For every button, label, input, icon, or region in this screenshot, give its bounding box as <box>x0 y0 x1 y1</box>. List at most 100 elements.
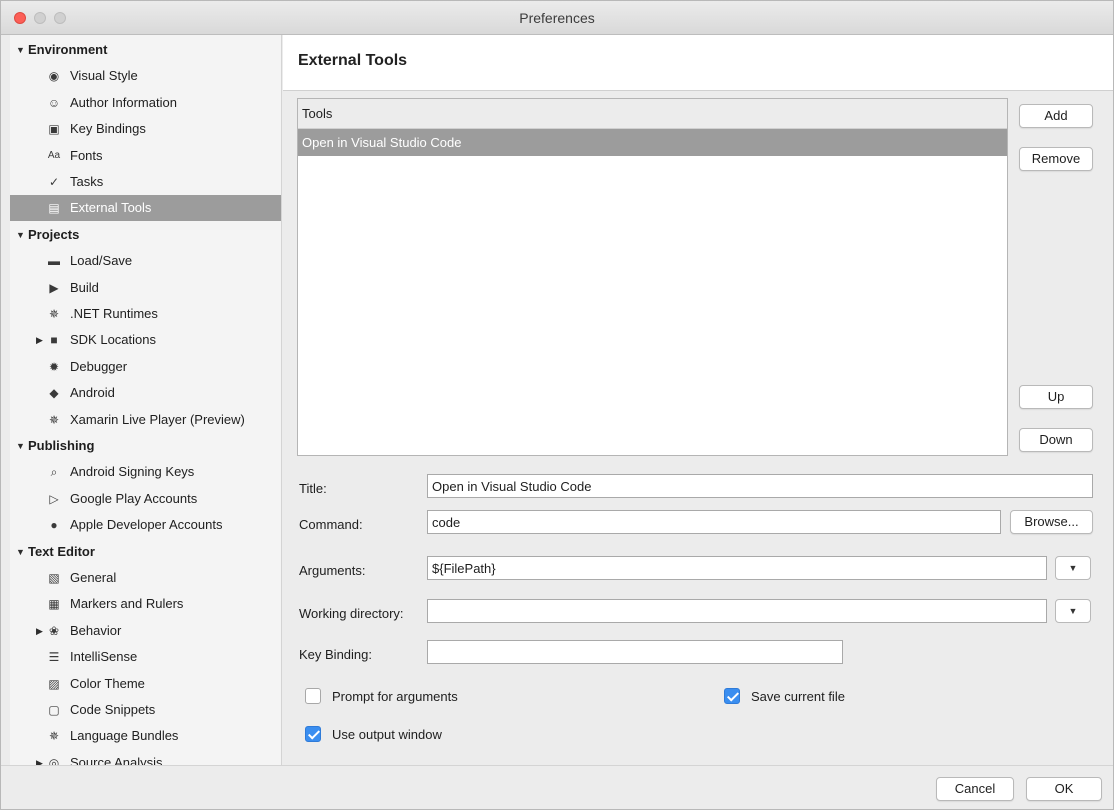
sidebar-item-debugger[interactable]: ✹ Debugger <box>10 354 281 380</box>
sidebar-item-label: .NET Runtimes <box>70 306 158 321</box>
sidebar-item-label: Debugger <box>70 358 128 374</box>
external-tools-panel: External Tools Tools Open in Visual Stud… <box>283 35 1113 765</box>
sidebar-item-android[interactable]: ◆ Android <box>10 380 281 406</box>
sidebar-item-intellisense[interactable]: ☰ IntelliSense <box>10 644 281 670</box>
sidebar-item-label: Fonts <box>70 147 103 163</box>
sidebar-item-label: Tasks <box>70 174 104 189</box>
sidebar-item-label: Android <box>70 385 115 401</box>
sidebar-item-fonts[interactable]: Aa Fonts <box>10 143 281 169</box>
browse-button[interactable]: Browse... <box>1010 510 1093 534</box>
keyboard-icon: ▣ <box>48 122 60 137</box>
sidebar-item-label: IntelliSense <box>70 649 138 665</box>
sidebar-item-author-information[interactable]: ☺ Author Information <box>10 90 281 116</box>
chevron-down-icon: ▼ <box>1068 606 1078 616</box>
play-icon: ▷ <box>49 491 59 506</box>
sidebar-item-label: Visual Style <box>70 68 138 84</box>
working-directory-dropdown-button[interactable]: ▼ <box>1055 599 1091 623</box>
snippet-icon: ▢ <box>48 703 60 717</box>
drive-icon: ▬ <box>48 254 60 269</box>
sidebar-item-label: SDK Locations <box>70 332 156 348</box>
command-field[interactable] <box>427 510 1001 534</box>
android-icon: ◆ <box>49 386 59 401</box>
sidebar-item-xamarin-live-player-preview[interactable]: ✵ Xamarin Live Player (Preview) <box>10 407 281 433</box>
bug-icon: ✹ <box>48 359 60 374</box>
tools-list[interactable]: Tools Open in Visual Studio Code <box>297 98 1008 456</box>
gear-icon: ✵ <box>48 729 60 744</box>
command-label: Command: <box>299 517 363 532</box>
add-button[interactable]: Add <box>1019 104 1093 128</box>
sidebar-item-label: Xamarin Live Player (Preview) <box>70 411 245 427</box>
disclosure-collapsed-icon[interactable]: ▶ <box>36 618 43 644</box>
sidebar-item-load-save[interactable]: ▬ Load/Save <box>10 248 281 274</box>
build-icon: ▶ <box>49 280 59 295</box>
sidebar-item-label: Build <box>70 279 99 295</box>
working-directory-field[interactable] <box>427 599 1047 623</box>
sidebar-group-environment[interactable]: ▼ Environment <box>10 37 281 63</box>
sidebar-item-markers-and-rulers[interactable]: ▦ Markers and Rulers <box>10 591 281 617</box>
prompt-for-arguments-checkbox[interactable] <box>305 688 321 704</box>
sidebar-group-label: Environment <box>28 42 108 57</box>
key-binding-field[interactable] <box>427 640 843 664</box>
save-current-file-checkbox[interactable] <box>724 688 740 704</box>
disclosure-expanded-icon[interactable]: ▼ <box>16 433 25 459</box>
sidebar-item-label: Behavior <box>70 622 122 638</box>
target-icon: ◎ <box>48 755 60 765</box>
sidebar-item-sdk-locations[interactable]: ▶ ■ SDK Locations <box>10 327 281 353</box>
sidebar-item-label: Markers and Rulers <box>70 596 184 612</box>
disclosure-collapsed-icon[interactable]: ▶ <box>36 327 43 353</box>
sidebar-group-text-editor[interactable]: ▼ Text Editor <box>10 539 281 565</box>
sidebar-item-behavior[interactable]: ▶ ❀ Behavior <box>10 618 281 644</box>
sidebar-group-label: Text Editor <box>28 543 95 559</box>
sidebar-item-external-tools[interactable]: ▤ External Tools <box>10 195 281 222</box>
disclosure-expanded-icon[interactable]: ▼ <box>16 222 25 248</box>
title-bar: Preferences <box>1 1 1113 35</box>
move-up-button[interactable]: Up <box>1019 385 1093 409</box>
sidebar-item-label: Key Bindings <box>70 121 146 137</box>
disclosure-expanded-icon[interactable]: ▼ <box>16 37 25 63</box>
sidebar-item-key-bindings[interactable]: ▣ Key Bindings <box>10 116 281 142</box>
tools-list-item[interactable]: Open in Visual Studio Code <box>298 129 1007 156</box>
checkmark-icon: ✓ <box>48 175 60 189</box>
chevron-down-icon: ▼ <box>1068 563 1078 573</box>
sidebar-group-label: Publishing <box>28 438 95 453</box>
sidebar-item-label: Android Signing Keys <box>70 464 195 480</box>
sidebar-item-google-play-accounts[interactable]: ▷ Google Play Accounts <box>10 486 281 512</box>
tools-list-header[interactable]: Tools <box>298 99 1007 129</box>
brain-icon: ❀ <box>48 623 60 638</box>
sidebar-item-general[interactable]: ▧ General <box>10 565 281 591</box>
title-field[interactable] <box>427 474 1093 498</box>
disclosure-expanded-icon[interactable]: ▼ <box>16 539 25 565</box>
sidebar-item-android-signing-keys[interactable]: ⌕ Android Signing Keys <box>10 459 281 485</box>
ok-button[interactable]: OK <box>1026 777 1102 801</box>
sidebar-group-projects[interactable]: ▼ Projects <box>10 222 281 248</box>
sidebar-item-label: Google Play Accounts <box>70 490 198 506</box>
terminal-icon: ▤ <box>48 201 60 216</box>
general-icon: ▧ <box>48 571 60 585</box>
eye-icon: ◉ <box>48 69 60 84</box>
sidebar-item-build[interactable]: ▶ Build <box>10 275 281 301</box>
disclosure-collapsed-icon[interactable]: ▶ <box>36 750 43 765</box>
sidebar-item-label: Author Information <box>70 94 177 110</box>
window-title: Preferences <box>519 10 595 26</box>
gear-icon: ✵ <box>48 307 60 321</box>
cancel-button[interactable]: Cancel <box>936 777 1014 801</box>
sidebar-item-tasks[interactable]: ✓ Tasks <box>10 169 281 195</box>
preferences-sidebar: ▼ Environment ◉ Visual Style ☺ Author Informa… <box>10 35 282 765</box>
sidebar-item-visual-style[interactable]: ◉ Visual Style <box>10 63 281 89</box>
move-down-button[interactable]: Down <box>1019 428 1093 452</box>
palette-icon: ▨ <box>48 676 60 691</box>
arguments-field[interactable] <box>427 556 1047 580</box>
sidebar-item-source-analysis[interactable]: ▶ ◎ Source Analysis <box>10 750 281 765</box>
remove-button[interactable]: Remove <box>1019 147 1093 171</box>
sidebar-item-apple-developer-accounts[interactable]: ● Apple Developer Accounts <box>10 512 281 538</box>
use-output-window-checkbox[interactable] <box>305 726 321 742</box>
key-binding-label: Key Binding: <box>299 647 372 662</box>
sidebar-item-label: Load/Save <box>70 253 133 269</box>
sidebar-item-net-runtimes[interactable]: ✵ .NET Runtimes <box>10 301 281 327</box>
sidebar-item-code-snippets[interactable]: ▢ Code Snippets <box>10 697 281 723</box>
arguments-dropdown-button[interactable]: ▼ <box>1055 556 1091 580</box>
sidebar-item-language-bundles[interactable]: ✵ Language Bundles <box>10 723 281 749</box>
sidebar-group-publishing[interactable]: ▼ Publishing <box>10 433 281 459</box>
sidebar-item-color-theme[interactable]: ▨ Color Theme <box>10 671 281 697</box>
sidebar-item-label: Language Bundles <box>70 728 179 744</box>
